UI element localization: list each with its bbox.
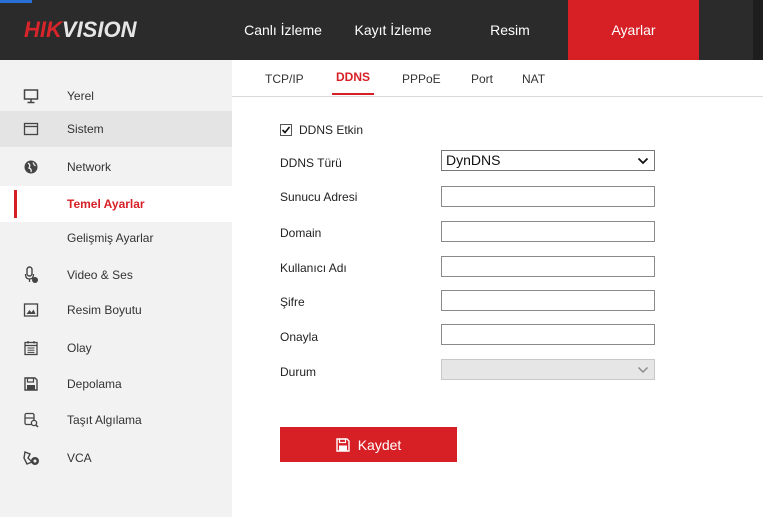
save-button[interactable]: Kaydet <box>280 427 457 462</box>
sidebar: Yerel Sistem Network Temel Ayarlar Geliş… <box>0 60 232 517</box>
password-label: Şifre <box>280 295 305 309</box>
microphone-icon <box>22 266 40 284</box>
main-nav: Canlı İzleme Kayıt İzleme Resim Ayarlar <box>232 0 699 60</box>
sidebar-item-event[interactable]: Olay <box>0 330 232 366</box>
username-input[interactable] <box>441 256 655 277</box>
ddns-type-select[interactable]: DynDNS <box>441 150 655 171</box>
username-label: Kullanıcı Adı <box>280 261 347 275</box>
sidebar-item-network[interactable]: Network <box>0 149 232 185</box>
domain-input[interactable] <box>441 221 655 242</box>
domain-label: Domain <box>280 226 322 240</box>
sidebar-item-system[interactable]: Sistem <box>0 111 232 147</box>
tab-pppoe[interactable]: PPPoE <box>402 72 441 97</box>
password-input[interactable] <box>441 290 655 311</box>
vehicle-search-icon <box>22 411 40 429</box>
ddns-enable-checkbox[interactable] <box>280 124 292 136</box>
sidebar-item-vca[interactable]: VCA <box>0 440 232 476</box>
status-label: Durum <box>280 365 317 379</box>
ddns-type-label: DDNS Türü <box>280 156 342 170</box>
sidebar-item-vehicle-detection[interactable]: Taşıt Algılama <box>0 402 232 438</box>
tab-nat[interactable]: NAT <box>522 72 545 97</box>
sidebar-item-advanced-settings[interactable]: Gelişmiş Ayarlar <box>0 220 232 256</box>
monitor-icon <box>22 87 40 105</box>
nav-playback[interactable]: Kayıt İzleme <box>334 0 452 60</box>
brand-logo: HIKVISION <box>24 17 137 42</box>
sidebar-item-video-audio[interactable]: Video & Ses <box>0 257 232 293</box>
vca-icon <box>22 449 40 467</box>
confirm-label: Onayla <box>280 330 319 344</box>
sidebar-item-storage[interactable]: Depolama <box>0 366 232 402</box>
chevron-down-icon <box>637 157 649 165</box>
nav-overflow-edge <box>753 0 763 60</box>
confirm-password-input[interactable] <box>441 324 655 345</box>
image-icon <box>22 301 40 319</box>
tab-tcpip[interactable]: TCP/IP <box>265 72 304 97</box>
network-tabs: TCP/IP DDNS PPPoE Port NAT <box>232 60 763 97</box>
nav-picture[interactable]: Resim <box>452 0 568 60</box>
floppy-icon <box>22 375 40 393</box>
nav-configuration[interactable]: Ayarlar <box>568 0 699 60</box>
chevron-down-icon <box>638 367 648 373</box>
server-address-label: Sunucu Adresi <box>280 190 358 204</box>
floppy-icon <box>336 437 350 452</box>
tab-port[interactable]: Port <box>471 72 493 97</box>
top-header: HIKVISION Canlı İzleme Kayıt İzleme Resi… <box>0 0 763 60</box>
top-accent-line <box>0 0 32 3</box>
sidebar-item-basic-settings[interactable]: Temel Ayarlar <box>0 186 232 222</box>
sidebar-item-image-size[interactable]: Resim Boyutu <box>0 292 232 328</box>
tab-ddns[interactable]: DDNS <box>331 70 375 95</box>
status-select <box>441 359 655 380</box>
window-icon <box>22 120 40 138</box>
calendar-icon <box>22 339 40 357</box>
nav-live-view[interactable]: Canlı İzleme <box>232 0 334 60</box>
ddns-enable-row: DDNS Etkin <box>280 123 363 137</box>
ddns-enable-label: DDNS Etkin <box>299 123 364 137</box>
globe-icon <box>22 158 40 176</box>
server-address-input[interactable] <box>441 186 655 207</box>
sidebar-item-local[interactable]: Yerel <box>0 78 232 114</box>
